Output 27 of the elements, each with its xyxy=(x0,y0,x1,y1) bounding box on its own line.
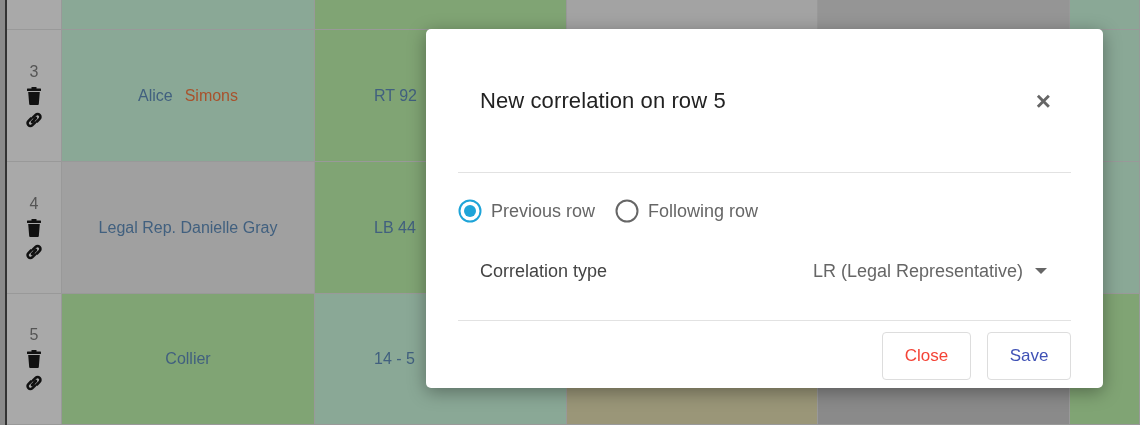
caret-icon xyxy=(1035,268,1047,274)
trash-icon[interactable] xyxy=(27,86,41,105)
link-icon[interactable] xyxy=(25,242,43,261)
link-icon[interactable] xyxy=(25,374,43,392)
cell-text: Collier xyxy=(165,350,211,368)
trash-icon[interactable] xyxy=(27,218,41,237)
close-button[interactable]: Close xyxy=(882,332,971,380)
row-number: 3 xyxy=(29,62,39,81)
row-number: 5 xyxy=(29,326,39,344)
trash-icon[interactable] xyxy=(27,350,41,368)
radio-icon[interactable] xyxy=(458,199,482,223)
cell-text: Legal Rep. Danielle Gray xyxy=(98,218,278,237)
correlation-type-select[interactable]: LR (Legal Representative) xyxy=(812,260,1047,282)
cell-text: Simons xyxy=(184,86,238,105)
dialog-title: New correlation on row 5 xyxy=(480,87,726,114)
radio-icon[interactable] xyxy=(615,199,640,223)
link-icon[interactable] xyxy=(25,110,43,129)
close-icon[interactable]: × xyxy=(1035,87,1051,114)
cell-text: 14 - 5 xyxy=(374,350,415,368)
radio-option[interactable]: Previous row xyxy=(458,199,596,223)
field-label: Correlation type xyxy=(480,260,608,282)
save-button[interactable]: Save xyxy=(987,332,1071,380)
cell-text: Alice xyxy=(137,86,173,105)
cell-text: LB 44 xyxy=(374,218,416,237)
cell-text: RT 92 xyxy=(374,86,417,105)
radio-option[interactable]: Following row xyxy=(615,199,759,223)
row-number: 4 xyxy=(29,194,39,213)
